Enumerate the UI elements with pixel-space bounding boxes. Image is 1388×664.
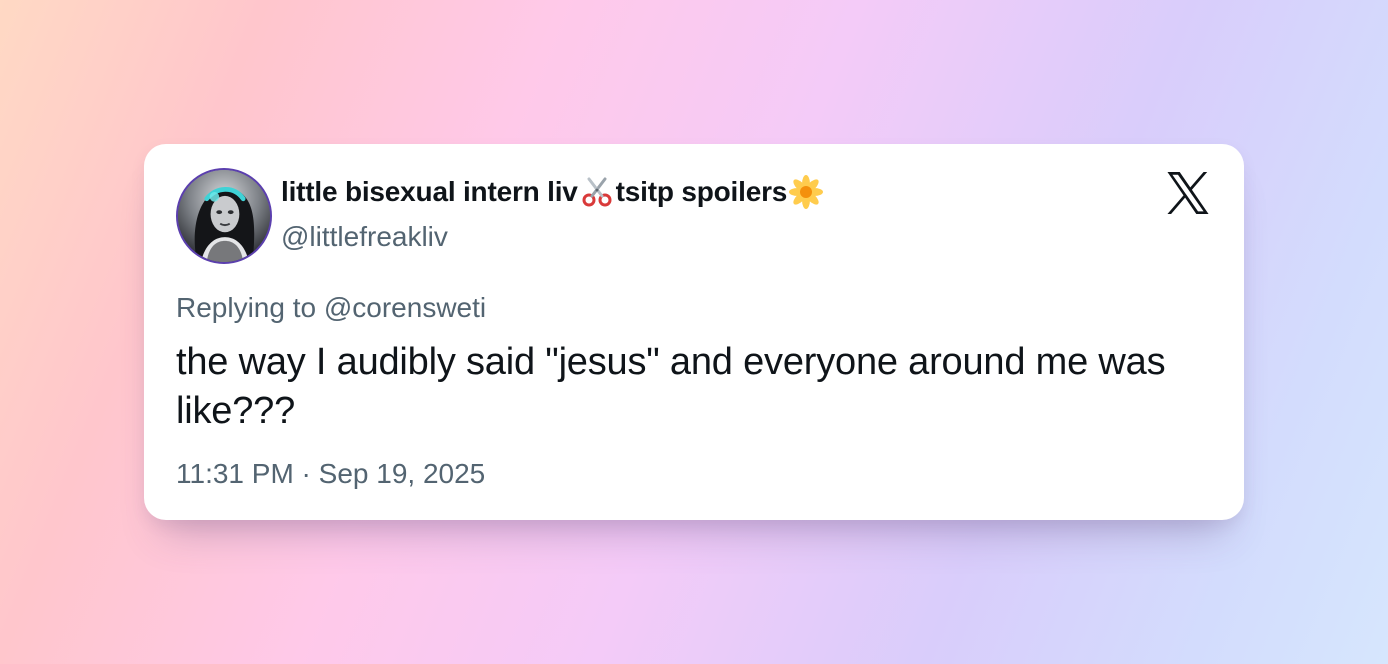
timestamp[interactable]: 11:31 PM · Sep 19, 2025 [176, 458, 485, 490]
display-name[interactable]: little bisexual intern liv tsitp spoiler… [281, 175, 825, 209]
scissors-icon [580, 175, 614, 209]
blossom-icon [789, 175, 824, 209]
x-logo-icon[interactable] [1166, 172, 1210, 214]
replying-to[interactable]: Replying to @corensweti [176, 292, 486, 324]
display-name-text: little bisexual intern liv [281, 176, 578, 207]
avatar[interactable] [176, 168, 272, 264]
tweet-card: little bisexual intern liv tsitp spoiler… [144, 144, 1244, 520]
user-handle[interactable]: @littlefreakliv [281, 221, 448, 253]
tweet-text: the way I audibly said "jesus" and every… [176, 341, 1166, 432]
display-name-suffix: tsitp spoilers [615, 176, 788, 207]
avatar-image [178, 170, 270, 262]
